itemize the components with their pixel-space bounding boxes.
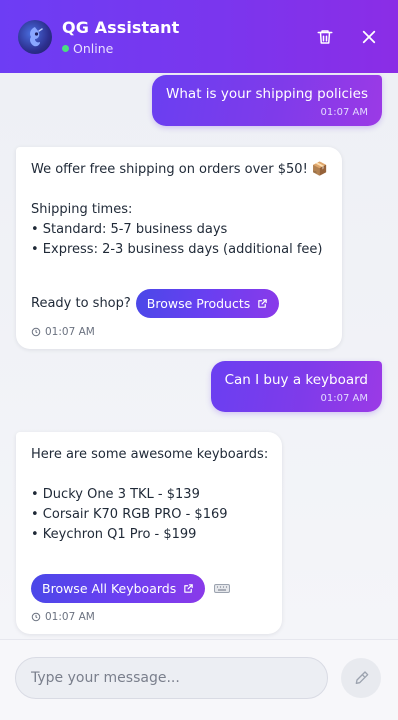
- assistant-message-line: • Ducky One 3 TKL - $139: [31, 487, 200, 502]
- status-row: Online: [62, 41, 179, 56]
- assistant-message-line: Shipping times:: [31, 202, 133, 217]
- external-link-icon: [184, 584, 193, 593]
- chat-window: QG Assistant Online What is your shippin…: [0, 0, 398, 720]
- timestamp-text: 01:07 AM: [45, 326, 95, 338]
- assistant-message: Here are some awesome keyboards: • Ducky…: [16, 432, 283, 634]
- chat-header: QG Assistant Online: [0, 0, 398, 73]
- cta-row: Browse All Keyboards: [31, 574, 268, 603]
- user-message: What is your shipping policies 01:07 AM: [152, 75, 382, 126]
- assistant-message-line: Here are some awesome keyboards:: [31, 447, 269, 462]
- trash-icon: [317, 29, 333, 44]
- cta-row: Ready to shop? Browse Products: [31, 289, 328, 318]
- message-timestamp: 01:07 AM: [31, 326, 328, 338]
- cta-prefix-text: Ready to shop?: [31, 295, 131, 311]
- browse-all-keyboards-label: Browse All Keyboards: [42, 581, 177, 596]
- browse-all-keyboards-button[interactable]: Browse All Keyboards: [31, 574, 206, 603]
- send-button[interactable]: [341, 658, 381, 698]
- user-message-text: Can I buy a keyboard: [224, 372, 368, 388]
- browse-products-button[interactable]: Browse Products: [135, 289, 280, 318]
- external-link-icon: [258, 299, 268, 308]
- message-timestamp: 01:07 AM: [31, 611, 268, 623]
- assistant-message-line: We offer free shipping on orders over $5…: [31, 162, 329, 177]
- browse-products-label: Browse Products: [146, 296, 251, 311]
- message-timestamp: 01:07 AM: [320, 107, 368, 118]
- close-icon: [362, 30, 376, 43]
- assistant-message-line: • Standard: 5-7 business days: [31, 222, 228, 237]
- assistant-message: We offer free shipping on orders over $5…: [16, 147, 343, 349]
- clock-icon: [31, 327, 41, 337]
- robot-avatar-icon: [18, 19, 52, 54]
- header-info: QG Assistant Online: [62, 18, 179, 56]
- user-message-text: What is your shipping policies: [166, 86, 368, 102]
- assistant-message-line: • Corsair K70 RGB PRO - $169: [31, 507, 228, 522]
- clock-icon: [31, 612, 41, 622]
- online-status-dot: [62, 44, 69, 52]
- user-message: Can I buy a keyboard 01:07 AM: [210, 361, 382, 412]
- assistant-message-spacer: [31, 465, 268, 485]
- message-list: What is your shipping policies 01:07 AM …: [0, 73, 398, 639]
- send-icon: [355, 671, 369, 684]
- assistant-title: QG Assistant: [62, 17, 180, 37]
- message-input[interactable]: [15, 657, 328, 699]
- assistant-message-spacer: [31, 545, 268, 565]
- composer-bar: [0, 639, 398, 720]
- keyboard-icon: [214, 584, 231, 593]
- assistant-message-line: • Express: 2-3 business days (additional…: [31, 242, 323, 257]
- status-text: Online: [73, 40, 114, 56]
- message-timestamp: 01:07 AM: [320, 393, 368, 404]
- assistant-message-line: • Keychron Q1 Pro - $199: [31, 527, 197, 542]
- assistant-message-spacer: [31, 260, 328, 280]
- header-actions: [314, 26, 380, 48]
- timestamp-text: 01:07 AM: [45, 611, 95, 623]
- close-chat-button[interactable]: [358, 26, 380, 48]
- clear-chat-button[interactable]: [314, 26, 336, 48]
- assistant-message-spacer: [31, 180, 328, 200]
